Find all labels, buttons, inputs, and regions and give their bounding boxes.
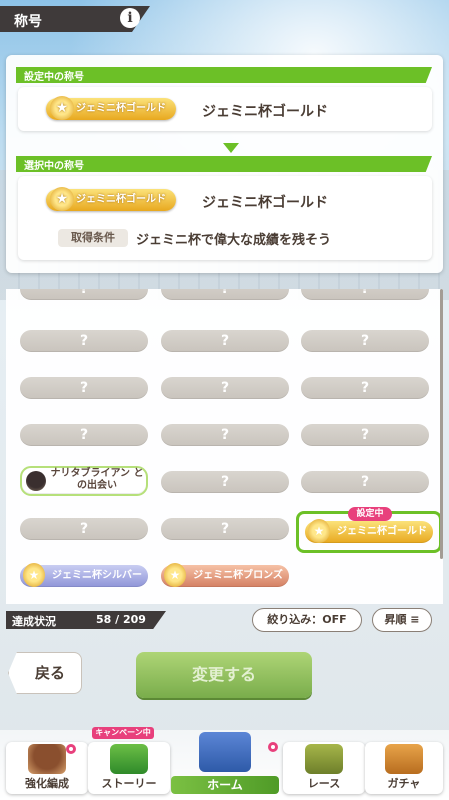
title-slot-locked[interactable]: ? <box>161 424 289 446</box>
status-value: 58 / 209 <box>96 613 146 626</box>
title-slot-locked[interactable]: ? <box>161 377 289 399</box>
avatar <box>26 471 46 491</box>
set-tag: 設定中 <box>348 507 392 521</box>
title-slot-gemini-silver[interactable]: ★ ジェミニ杯シルバー <box>20 563 148 587</box>
title-slot-locked[interactable]: ? <box>20 518 148 540</box>
notification-badge <box>268 742 278 752</box>
selected-section-label: 選択中の称号 <box>24 161 84 172</box>
status-label: 達成状況 <box>12 615 56 628</box>
sort-button[interactable]: 昇順 ≡ <box>372 608 432 632</box>
character-icon <box>28 744 66 774</box>
title-slot-locked[interactable]: ? <box>301 289 429 300</box>
selected-section-bar: 選択中の称号 <box>16 156 432 172</box>
gold-star-icon: ★ <box>50 96 74 120</box>
nav-item-gacha[interactable]: ガチャ <box>365 742 443 794</box>
bronze-star-icon: ★ <box>164 563 186 587</box>
book-icon <box>110 744 148 774</box>
title-grid: ? ? ? ? ? ? ? ? ? ? ? ? ナリタブライアン との出会い ?… <box>6 289 443 604</box>
campaign-badge: キャンペーン中 <box>92 727 154 739</box>
gacha-icon <box>385 744 423 774</box>
building-icon <box>199 732 251 772</box>
selected-title-name: ジェミニ杯ゴールド <box>202 195 328 211</box>
condition-text: ジェミニ杯で偉大な成績を残そう <box>136 233 332 248</box>
title-slot-locked[interactable]: ? <box>301 471 429 493</box>
title-slot-locked[interactable]: ? <box>301 330 429 352</box>
title-slot-locked[interactable]: ? <box>20 289 148 300</box>
title-slot-locked[interactable]: ? <box>20 377 148 399</box>
title-slot-locked[interactable]: ? <box>301 377 429 399</box>
arrow-down-icon <box>223 143 239 153</box>
title-slot-locked[interactable]: ? <box>20 330 148 352</box>
back-button[interactable]: 戻る <box>8 652 82 694</box>
gate-icon <box>305 744 343 774</box>
title-slot-narita[interactable]: ナリタブライアン との出会い <box>20 466 148 496</box>
bottom-nav: 強化編成 ストーリー ホーム レース ガチャ <box>0 730 449 800</box>
change-button[interactable]: 変更する <box>136 652 312 698</box>
scrollbar[interactable] <box>440 289 443 559</box>
silver-star-icon: ★ <box>23 563 45 587</box>
nav-item-home[interactable]: ホーム <box>171 730 279 800</box>
info-icon[interactable]: i <box>120 8 140 28</box>
title-slot-locked[interactable]: ? <box>301 424 429 446</box>
current-title-name: ジェミニ杯ゴールド <box>202 104 328 120</box>
selected-title-badge: ★ ジェミニ杯ゴールド <box>46 187 176 211</box>
title-slot-locked[interactable]: ? <box>161 289 289 300</box>
current-section-bar: 設定中の称号 <box>16 67 432 83</box>
selected-title-row: ★ ジェミニ杯ゴールド ジェミニ杯ゴールド 取得条件 ジェミニ杯で偉大な成績を残… <box>18 176 432 260</box>
nav-item-race[interactable]: レース <box>283 742 365 794</box>
current-title-row: ★ ジェミニ杯ゴールド ジェミニ杯ゴールド <box>18 87 432 131</box>
current-section-label: 設定中の称号 <box>24 72 84 83</box>
title-slot-locked[interactable]: ? <box>20 424 148 446</box>
filter-button[interactable]: 絞り込み：OFF <box>252 608 362 632</box>
nav-item-story[interactable]: ストーリー <box>88 742 170 794</box>
title-detail-panel: 設定中の称号 ★ ジェミニ杯ゴールド ジェミニ杯ゴールド 選択中の称号 ★ ジェ… <box>6 55 443 273</box>
current-title-badge: ★ ジェミニ杯ゴールド <box>46 96 176 120</box>
title-slot-locked[interactable]: ? <box>161 330 289 352</box>
condition-label: 取得条件 <box>58 229 128 247</box>
gold-star-icon: ★ <box>50 187 74 211</box>
page-title: 称号 <box>14 14 42 30</box>
sort-icon: ≡ <box>406 613 420 626</box>
notification-badge <box>66 744 76 754</box>
title-slot-gemini-bronze[interactable]: ★ ジェミニ杯ブロンズ <box>161 563 289 587</box>
title-slot-locked[interactable]: ? <box>161 518 289 540</box>
title-slot-locked[interactable]: ? <box>161 471 289 493</box>
